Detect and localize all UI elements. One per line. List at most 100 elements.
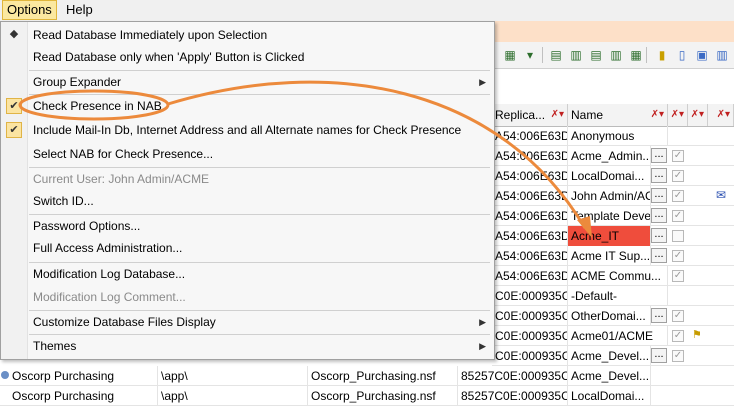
split-view-icon[interactable]: ▯	[674, 47, 690, 63]
table-row[interactable]: Oscorp Purchasing \app\ Oscorp_Purchasin…	[0, 386, 734, 406]
table-row[interactable]: A54:006E63D7 Acme_IT ...	[492, 226, 734, 246]
panel-icon[interactable]: ▣	[694, 47, 710, 63]
browse-button[interactable]: ...	[651, 148, 667, 163]
checkbox[interactable]: ✓	[672, 170, 684, 182]
filter-icon[interactable]: ✗▾	[717, 104, 730, 126]
column-header-replica[interactable]: Replica... ✗▾	[492, 104, 568, 126]
title-cell: Oscorp Purchasing	[0, 366, 158, 386]
menu-item-modification-log-db[interactable]: Modification Log Database...	[1, 263, 494, 285]
checkbox[interactable]: ✓	[672, 210, 684, 222]
checkbox[interactable]: ✓	[672, 150, 684, 162]
table-icon[interactable]: ▥	[568, 47, 584, 63]
menu-item-full-access-admin[interactable]: Full Access Administration...	[1, 237, 494, 259]
title-cell: Oscorp Purchasing	[0, 386, 158, 406]
menu-help-label: Help	[66, 2, 93, 17]
menu-item-themes[interactable]: Themes ▶	[1, 335, 494, 357]
table-row[interactable]: C0E:000935CA -Default-	[492, 286, 734, 306]
replica-cell: A54:006E63D7	[492, 226, 568, 246]
name-cell: LocalDomai...	[568, 386, 651, 406]
menu-item-read-immediately[interactable]: ◆ Read Database Immediately upon Selecti…	[1, 24, 494, 46]
menu-bar: Options Help	[0, 0, 734, 22]
table-row[interactable]: A54:006E63D7 ACME Commu... ✓	[492, 266, 734, 286]
column-header-name[interactable]: Name ✗▾	[568, 104, 668, 126]
checkbox[interactable]: ✓	[672, 190, 684, 202]
radio-dot-icon: ◆	[9, 28, 19, 40]
checkbox[interactable]: ✓	[672, 330, 684, 342]
menu-item-group-expander[interactable]: Group Expander ▶	[1, 71, 494, 93]
menu-item-label: Read Database Immediately upon Selection	[33, 28, 268, 42]
browse-button[interactable]: ...	[651, 188, 667, 203]
toolbar-separator	[646, 47, 647, 63]
checkbox[interactable]: ✓	[672, 270, 684, 282]
menu-item-include-mail-in[interactable]: ✔ Include Mail-In Db, Internet Address a…	[1, 119, 494, 141]
checkbox[interactable]: ✓	[672, 250, 684, 262]
table-row[interactable]: C0E:000935CA Acme_Devel... ... ✓	[492, 346, 734, 366]
dropdown-icon[interactable]: ▾	[522, 47, 538, 63]
table-row[interactable]: A54:006E63D7 Acme_Admin... ... ✓	[492, 146, 734, 166]
table-row[interactable]: A54:006E63D7 Template Devel... ... ✓	[492, 206, 734, 226]
refresh-icon[interactable]: ▦	[502, 47, 518, 63]
browse-button[interactable]: ...	[651, 208, 667, 223]
replica-cell: C0E:000935CA	[492, 306, 568, 326]
replica-cell: A54:006E63D7	[492, 126, 568, 146]
grid-icon[interactable]: ▤	[548, 47, 564, 63]
table-row[interactable]: C0E:000935CA OtherDomai... ... ✓	[492, 306, 734, 326]
menu-item-password-options[interactable]: Password Options...	[1, 215, 494, 237]
name-cell: Template Devel...	[568, 206, 651, 226]
menu-options-label: Options	[7, 2, 52, 17]
menu-item-label: Modification Log Comment...	[33, 290, 186, 304]
browse-button[interactable]: ...	[651, 168, 667, 183]
checkbox[interactable]: ✓	[672, 310, 684, 322]
filter-icon[interactable]: ✗▾	[651, 104, 664, 126]
file-cell: Oscorp_Purchasing.nsf	[308, 386, 458, 406]
menu-item-label: Password Options...	[33, 219, 141, 233]
replica-cell: A54:006E63D7	[492, 186, 568, 206]
menu-options[interactable]: Options	[2, 0, 57, 20]
table-row[interactable]: A54:006E63D7 Acme IT Sup... ... ✓	[492, 246, 734, 266]
columns-icon[interactable]: ▥	[608, 47, 624, 63]
list-icon[interactable]: ▤	[588, 47, 604, 63]
menu-item-modification-log-comment: Modification Log Comment...	[1, 286, 494, 308]
menu-item-check-presence[interactable]: ✔ Check Presence in NAB	[1, 95, 494, 117]
checkbox[interactable]	[672, 230, 684, 242]
filter-icon[interactable]: ✗▾	[671, 104, 684, 126]
column-header-filter[interactable]: ✗▾	[688, 104, 708, 126]
name-cell: Acme01/ACME	[568, 326, 668, 346]
menu-item-select-nab[interactable]: Select NAB for Check Presence...	[1, 143, 494, 165]
column-header-filter[interactable]: ✗▾	[668, 104, 688, 126]
filter-icon[interactable]: ✗▾	[551, 104, 564, 126]
path-cell: \app\	[158, 366, 308, 386]
replica-cell: A54:006E63D7	[492, 166, 568, 186]
replica-cell: A54:006E63D7	[492, 246, 568, 266]
filter-icon[interactable]: ✗▾	[691, 104, 704, 126]
toolbar-separator	[542, 47, 543, 63]
menu-item-label: Select NAB for Check Presence...	[33, 147, 214, 161]
rows-icon[interactable]: ▦	[628, 47, 644, 63]
menu-help[interactable]: Help	[62, 1, 97, 19]
menu-item-customize-display[interactable]: Customize Database Files Display ▶	[1, 311, 494, 333]
browse-button[interactable]: ...	[651, 248, 667, 263]
table-row[interactable]: A54:006E63D7 LocalDomai... ... ✓	[492, 166, 734, 186]
menu-item-read-on-apply[interactable]: Read Database only when 'Apply' Button i…	[1, 46, 494, 68]
name-cell-highlighted: Acme_IT	[568, 226, 651, 246]
checkbox[interactable]: ✓	[672, 350, 684, 362]
browse-button[interactable]: ...	[651, 228, 667, 243]
column-layout-icon[interactable]: ▮	[654, 47, 670, 63]
name-cell: LocalDomai...	[568, 166, 651, 186]
menu-item-label: Themes	[33, 339, 77, 353]
submenu-arrow-icon: ▶	[479, 341, 486, 351]
column-header-filter[interactable]: ✗▾	[708, 104, 734, 126]
menu-item-switch-id[interactable]: Switch ID...	[1, 190, 494, 212]
table-row[interactable]: A54:006E63D7 John Admin/AC... ... ✓ ✉	[492, 186, 734, 206]
menu-item-label: Switch ID...	[33, 194, 94, 208]
replica-cell: 85257C0E:000935CA	[458, 366, 568, 386]
name-cell: Acme_Admin...	[568, 146, 651, 166]
table-row[interactable]: Oscorp Purchasing \app\ Oscorp_Purchasin…	[0, 366, 734, 386]
browse-button[interactable]: ...	[651, 348, 667, 363]
browse-button[interactable]: ...	[651, 308, 667, 323]
replica-cell: A54:006E63D7	[492, 146, 568, 166]
menu-item-label: Read Database only when 'Apply' Button i…	[33, 50, 305, 64]
layout-icon[interactable]: ▥	[714, 47, 730, 63]
table-row[interactable]: C0E:000935CA Acme01/ACME ✓ ⚑	[492, 326, 734, 346]
table-row[interactable]: A54:006E63D7 Anonymous	[492, 126, 734, 146]
